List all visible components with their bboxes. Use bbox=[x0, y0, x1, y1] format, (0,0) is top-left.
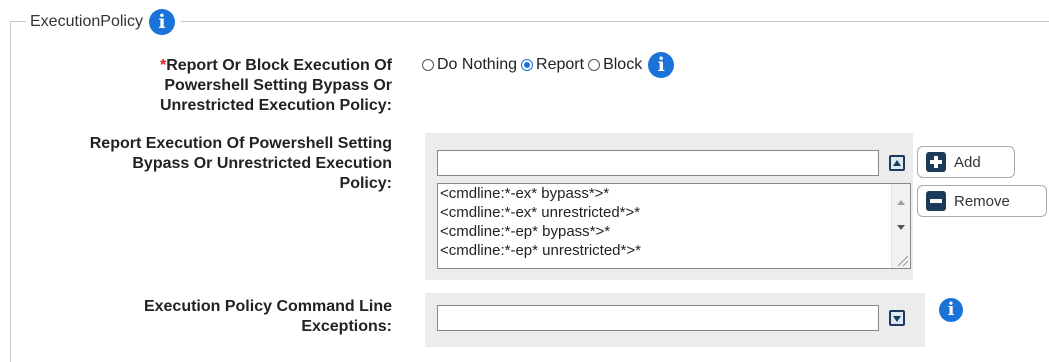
scroll-up-arrow-icon[interactable] bbox=[897, 200, 905, 205]
list-item[interactable]: <cmdline:*-ex* bypass*>* bbox=[438, 184, 910, 203]
remove-button[interactable]: Remove bbox=[917, 185, 1047, 217]
report-or-block-label: *Report Or Block Execution Of Powershell… bbox=[159, 57, 392, 114]
add-button-label: Add bbox=[954, 153, 981, 171]
radio-report-label[interactable]: Report bbox=[536, 56, 584, 74]
section-legend: ExecutionPolicy i bbox=[26, 8, 181, 36]
arrow-up-icon[interactable] bbox=[889, 155, 905, 171]
scroll-down-arrow-icon[interactable] bbox=[897, 225, 905, 230]
section-title: ExecutionPolicy bbox=[30, 13, 143, 30]
report-execution-list[interactable]: <cmdline:*-ex* bypass*>* <cmdline:*-ex* … bbox=[437, 183, 911, 269]
radio-do-nothing[interactable] bbox=[422, 59, 434, 71]
plus-square-icon bbox=[926, 152, 946, 172]
list-item[interactable]: <cmdline:*-ep* bypass*>* bbox=[438, 222, 910, 241]
minus-square-icon bbox=[926, 191, 946, 211]
radio-block-label[interactable]: Block bbox=[603, 56, 642, 74]
remove-button-label: Remove bbox=[954, 192, 1010, 210]
report-or-block-radio-group: Do Nothing Report Block i bbox=[422, 52, 675, 78]
list-item[interactable]: <cmdline:*-ex* unrestricted*>* bbox=[438, 203, 910, 222]
info-icon[interactable]: i bbox=[648, 52, 675, 78]
radio-do-nothing-label[interactable]: Do Nothing bbox=[437, 56, 517, 74]
info-icon[interactable]: i bbox=[939, 298, 963, 322]
info-icon[interactable]: i bbox=[148, 9, 175, 35]
exceptions-label: Execution Policy Command Line Exceptions… bbox=[143, 298, 392, 335]
list-item[interactable]: <cmdline:*-ep* unrestricted*>* bbox=[438, 241, 910, 260]
radio-report[interactable] bbox=[521, 59, 534, 71]
fieldset-border-left bbox=[10, 21, 11, 362]
arrow-down-icon[interactable] bbox=[889, 310, 905, 326]
exceptions-input[interactable] bbox=[437, 305, 879, 331]
report-execution-label: Report Execution Of Powershell Setting B… bbox=[89, 135, 392, 192]
radio-block[interactable] bbox=[588, 59, 601, 71]
resize-grip-icon[interactable] bbox=[898, 256, 908, 266]
add-button[interactable]: Add bbox=[917, 146, 1015, 178]
report-execution-input[interactable] bbox=[437, 150, 879, 176]
